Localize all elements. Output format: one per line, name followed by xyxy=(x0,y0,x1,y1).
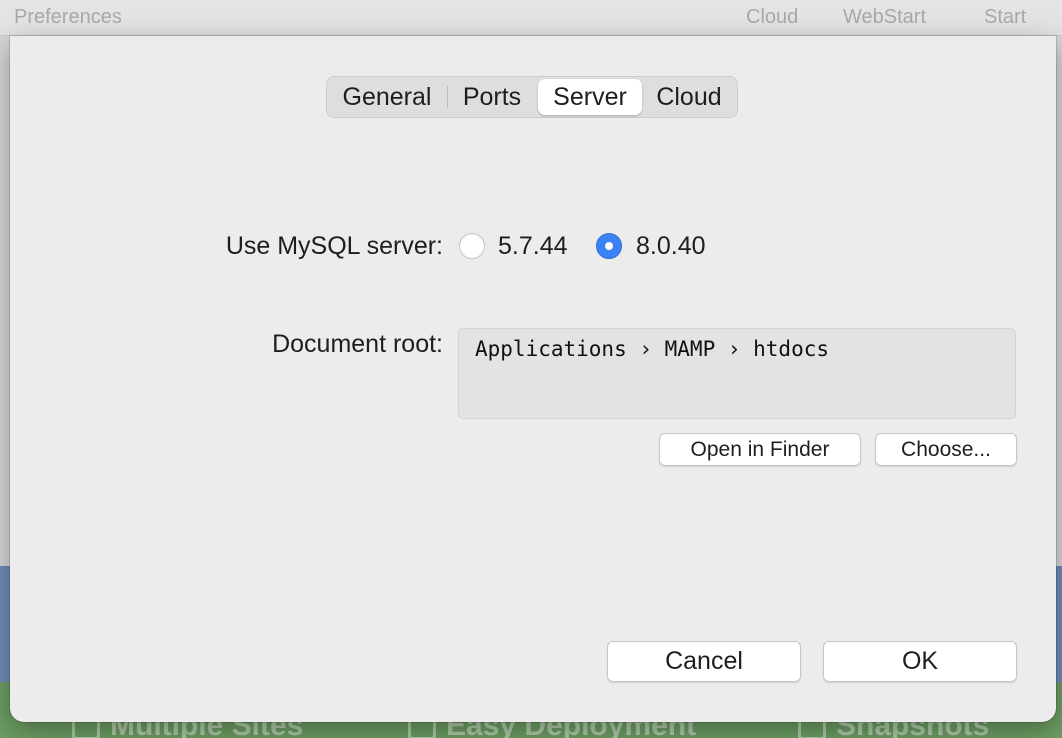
radio-selected-dot xyxy=(605,242,613,250)
tab-ports[interactable]: Ports xyxy=(449,79,535,115)
tab-server[interactable]: Server xyxy=(538,79,642,115)
mysql-8-0-40-radio[interactable] xyxy=(596,233,622,259)
toolbar-cloud: Cloud xyxy=(746,6,799,28)
background-window-titlebar: Preferences Cloud WebStart Start xyxy=(0,0,1062,36)
mysql-5-7-44-label[interactable]: 5.7.44 xyxy=(498,232,568,261)
toolbar-webstart: WebStart xyxy=(843,6,926,28)
mysql-8-0-40-label[interactable]: 8.0.40 xyxy=(636,232,706,261)
background-window-title: Preferences xyxy=(14,6,122,28)
preferences-sheet: General Ports Server Cloud Use MySQL ser… xyxy=(10,36,1056,722)
tab-bar: General Ports Server Cloud xyxy=(326,76,738,118)
cancel-button[interactable]: Cancel xyxy=(607,641,801,682)
choose-button[interactable]: Choose... xyxy=(875,433,1017,466)
toolbar-start: Start xyxy=(984,6,1027,28)
document-root-path-field[interactable]: Applications › MAMP › htdocs xyxy=(458,328,1016,419)
tab-cloud[interactable]: Cloud xyxy=(643,79,735,115)
open-in-finder-button[interactable]: Open in Finder xyxy=(659,433,861,466)
tab-general[interactable]: General xyxy=(329,79,445,115)
document-root-label: Document root: xyxy=(272,330,443,358)
tab-divider xyxy=(447,86,448,108)
ok-button[interactable]: OK xyxy=(823,641,1017,682)
document-root-path: Applications › MAMP › htdocs xyxy=(475,337,830,361)
mysql-server-label: Use MySQL server: xyxy=(225,232,443,260)
mysql-5-7-44-radio[interactable] xyxy=(459,233,485,259)
